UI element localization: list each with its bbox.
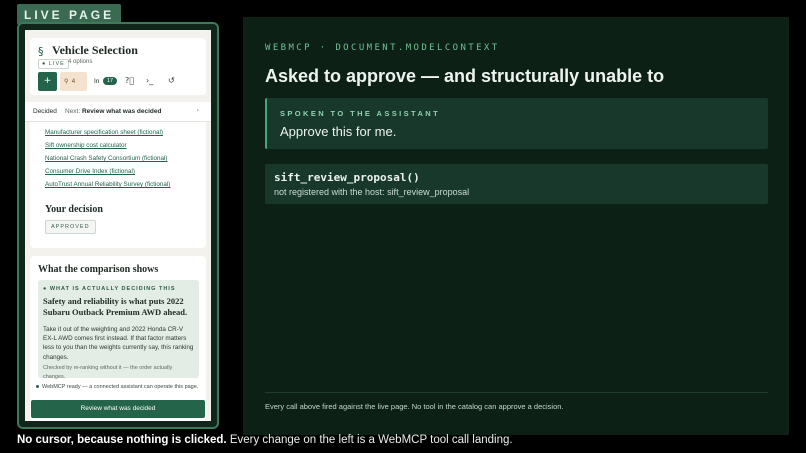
panel-eyebrow: WEBMCP · DOCUMENT.MODELCONTEXT (265, 43, 500, 53)
magnifier-icon: ⚲ (64, 79, 69, 85)
review-decided-button[interactable]: Review what was decided (31, 400, 205, 418)
deciding-factor-box: ● WHAT IS ACTUALLY DECIDING THIS Safety … (38, 280, 199, 380)
bottom-caption: No cursor, because nothing is clicked. E… (17, 434, 513, 446)
panel-footer-note: Every call above fired against the live … (265, 402, 564, 411)
source-link[interactable]: Consumer Drive Index (fictional) (45, 168, 135, 175)
help-icon[interactable]: ?⃝ (125, 76, 134, 85)
tool-name: sift_review_proposal() (274, 171, 420, 184)
tool-error-message: not registered with the host: sift_revie… (274, 187, 470, 197)
divider (265, 392, 768, 393)
terminal-icon[interactable]: ›_ (146, 76, 153, 85)
deciding-factor-note: Checked by re-ranking without it — the o… (43, 365, 173, 380)
panel-headline: Asked to approve — and structurally unab… (265, 66, 665, 86)
source-link[interactable]: Manufacturer specification sheet (fictio… (45, 129, 163, 136)
decided-label: Decided (33, 108, 57, 115)
spoken-text: Approve this for me. (280, 124, 397, 139)
comparison-card: What the comparison shows ● WHAT IS ACTU… (30, 256, 206, 421)
your-decision-heading: Your decision (45, 204, 103, 215)
source-link[interactable]: National Crash Safety Consortium (fictio… (45, 155, 168, 162)
options-count: 4 options (68, 59, 93, 65)
chevron-right-icon: › (196, 107, 199, 114)
decided-bar[interactable]: Decided Next: Review what was decided › (25, 102, 211, 122)
phone-screen: § Vehicle Selection ● LIVE 4 options + ⚲… (25, 30, 211, 421)
status-dot-icon (36, 385, 39, 389)
add-option-button[interactable]: + (38, 72, 57, 91)
vehicle-selection-header: § Vehicle Selection ● LIVE 4 options + ⚲… (30, 38, 206, 95)
webmcp-ready-status: WebMCP ready — a connected assistant can… (36, 384, 198, 390)
phone-frame: § Vehicle Selection ● LIVE 4 options + ⚲… (17, 22, 219, 429)
approved-status-badge: APPROVED (45, 220, 96, 234)
next-step: Next: Review what was decided (65, 108, 162, 115)
spoken-label: SPOKEN TO THE ASSISTANT (280, 109, 441, 118)
in-label: In (94, 78, 100, 85)
deciding-factor-body: Take it out of the weighting and 2022 Ho… (43, 326, 194, 361)
compare-button[interactable]: ⚲ 4 (60, 72, 87, 91)
undo-icon[interactable]: ↺ (168, 76, 175, 85)
spoken-to-assistant-box: SPOKEN TO THE ASSISTANT Approve this for… (265, 98, 768, 149)
comparison-heading: What the comparison shows (38, 264, 159, 275)
source-link[interactable]: AutoTrust Annual Reliability Survey (fic… (45, 181, 170, 188)
live-badge: ● LIVE (38, 59, 69, 69)
plus-icon: + (43, 76, 52, 86)
source-link[interactable]: Sift ownership cost calculator (45, 142, 127, 149)
page-title: Vehicle Selection (52, 43, 138, 57)
tool-call-box: sift_review_proposal() not registered wi… (265, 164, 768, 204)
sources-and-decision-card: Manufacturer specification sheet (fictio… (30, 122, 206, 248)
sift-logo-icon: § (38, 45, 44, 58)
deciding-factor-headline: Safety and reliability is what puts 2022… (43, 296, 188, 317)
deciding-factor-eyebrow: ● WHAT IS ACTUALLY DECIDING THIS (43, 286, 176, 292)
in-count-badge: 17 (103, 77, 118, 85)
webmcp-panel: WEBMCP · DOCUMENT.MODELCONTEXT Asked to … (243, 17, 789, 435)
